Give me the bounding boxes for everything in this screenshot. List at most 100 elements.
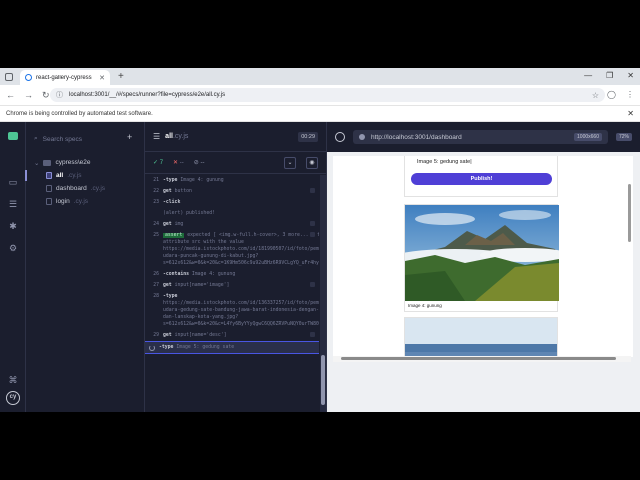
command-number: 22 <box>153 189 159 194</box>
command-row[interactable]: 29 get input[name='desc'] <box>145 330 319 341</box>
description-input[interactable]: Image 5: gedung sate| <box>417 159 472 165</box>
spec-ext: .cy.js <box>90 185 106 192</box>
command-number: 29 <box>153 333 159 338</box>
new-tab-icon[interactable]: + <box>118 71 124 82</box>
omnibox-url[interactable]: localhost:3001/__/#/specs/runner?file=cy… <box>69 92 586 98</box>
command-arg: Image 4: gunung <box>191 272 236 277</box>
command-row[interactable]: 21 -type Image 4: gunung <box>145 175 319 186</box>
command-body: -type https://media.istockphoto.com/id/1… <box>163 293 319 328</box>
minimize-icon[interactable]: — <box>584 71 592 80</box>
expand-collapse-button[interactable]: ⌄ <box>284 156 296 169</box>
reporter-panel: ☰ all.cy.js 00:29 ✓ 7 ✕ -- ⊘ -- ⌄ ◉ 21 -t… <box>145 122 327 412</box>
command-name: -type <box>163 178 178 183</box>
gallery-card-next <box>404 317 558 357</box>
spec-search[interactable]: ⌕ Search specs <box>34 132 134 146</box>
scrollbar-thumb[interactable] <box>628 184 631 242</box>
command-arg: button <box>174 189 192 194</box>
chevron-down-icon: ⌄ <box>34 159 40 167</box>
spec-row-all[interactable]: all .cy.js <box>25 169 142 182</box>
runs-icon[interactable]: ▭ <box>8 177 18 187</box>
aut-url-bar: http://localhost:3001/dashboard 1000x660 <box>353 130 608 144</box>
folder-row[interactable]: ⌄ cypress\e2e <box>34 156 142 169</box>
stop-run-button[interactable]: ◉ <box>306 156 318 169</box>
command-row[interactable]: 22 get button <box>145 186 319 197</box>
folder-name: cypress\e2e <box>55 159 91 166</box>
command-number: 27 <box>153 283 159 288</box>
menu-dots-icon[interactable]: ⋮ <box>626 90 634 99</box>
command-row[interactable]: 27 get input[name='image'] <box>145 280 319 291</box>
command-number: 23 <box>153 200 159 205</box>
assert-badge: assert <box>163 233 185 238</box>
pin-command-icon[interactable] <box>310 188 315 193</box>
pin-command-icon[interactable] <box>310 332 315 337</box>
app-under-test: http://localhost:3001/dashboard 1000x660… <box>327 122 640 412</box>
cypress-spec-icon[interactable] <box>8 132 18 140</box>
settings-gear-icon[interactable]: ⚙ <box>8 243 18 253</box>
cypress-logo-icon[interactable]: cy <box>6 391 20 405</box>
command-row[interactable]: 28 -type https://media.istockphoto.com/id… <box>145 291 319 330</box>
command-body: -type Image 5: gedung sate <box>159 344 315 351</box>
site-info-icon[interactable]: ⓘ <box>56 90 63 100</box>
spec-row-login[interactable]: login .cy.js <box>34 195 142 208</box>
pin-command-icon[interactable] <box>310 221 315 226</box>
spec-tree: ⌄ cypress\e2e all .cy.js dashboard .cy.js … <box>25 156 142 208</box>
failed-value: -- <box>179 160 184 166</box>
command-body: -type Image 4: gunung <box>163 177 315 184</box>
tab-close-icon[interactable]: ✕ <box>99 74 105 82</box>
command-row[interactable]: 23 -click <box>145 197 319 208</box>
bookmark-star-icon[interactable]: ☆ <box>592 91 599 100</box>
zoom-badge[interactable]: 72% <box>615 133 632 141</box>
command-log-scrollbar[interactable] <box>320 175 326 412</box>
collapse-specs-icon[interactable]: ☰ <box>153 132 160 141</box>
command-name: -click <box>163 200 181 205</box>
publish-button[interactable]: Publish! <box>411 173 552 185</box>
omnibox[interactable]: ⓘ localhost:3001/__/#/specs/runner?file=… <box>50 88 605 102</box>
running-spec-ext: .cy.js <box>172 133 189 140</box>
close-window-icon[interactable]: ✕ <box>627 71 634 80</box>
selector-playground-icon[interactable] <box>335 132 345 142</box>
command-row[interactable]: -type Image 5: gedung sate <box>145 341 319 354</box>
command-body: (alert) published! <box>163 210 315 217</box>
scrollbar-thumb[interactable] <box>341 357 616 360</box>
command-number <box>149 210 159 217</box>
command-row[interactable]: 25 assert expected [ <img.w-full.h-cover>… <box>145 230 319 269</box>
tab-search-icon[interactable] <box>5 73 13 81</box>
infobar-close-icon[interactable]: ✕ <box>627 109 634 118</box>
spec-row-dashboard[interactable]: dashboard .cy.js <box>34 182 142 195</box>
add-spec-icon[interactable]: + <box>127 132 132 142</box>
pin-command-icon[interactable] <box>310 232 315 237</box>
keyboard-shortcuts-icon[interactable]: ⌘ <box>8 375 18 385</box>
command-row[interactable]: 24 get img <box>145 219 319 230</box>
command-row[interactable]: 26 -contains Image 4: gunung <box>145 269 319 280</box>
maximize-icon[interactable]: ❐ <box>606 71 613 80</box>
automation-notice: Chrome is being controlled by automated … <box>6 110 153 117</box>
browser-tab[interactable]: react-gallery-cypress ✕ <box>20 70 110 85</box>
reload-icon[interactable]: ↻ <box>42 90 50 101</box>
profile-icon[interactable]: ◯ <box>607 90 616 99</box>
back-icon[interactable]: ← <box>6 90 15 100</box>
search-input[interactable]: Search specs <box>43 136 82 143</box>
running-spec-name: all.cy.js <box>165 133 293 140</box>
command-row[interactable]: (alert) published! <box>145 208 319 219</box>
address-bar: ← → ↻ ⓘ localhost:3001/__/#/specs/runner… <box>0 85 640 105</box>
command-arg: https://media.istockphoto.com/id/1363372… <box>163 301 319 327</box>
aut-vertical-scrollbar[interactable] <box>627 156 633 357</box>
command-number: 21 <box>153 178 159 183</box>
forward-icon[interactable]: → <box>24 90 33 100</box>
spec-name: login <box>56 198 70 205</box>
scrollbar-thumb[interactable] <box>321 355 325 405</box>
file-icon <box>46 172 52 179</box>
aut-horizontal-scrollbar[interactable] <box>333 356 631 362</box>
specs-list-icon[interactable]: ☰ <box>8 199 18 209</box>
upload-form-card: Image 5: gedung sate| Publish! <box>404 156 558 197</box>
pin-command-icon[interactable] <box>310 282 315 287</box>
command-name: -type <box>159 345 174 350</box>
file-icon <box>46 185 52 192</box>
viewport-size-badge[interactable]: 1000x660 <box>574 133 602 141</box>
city-photo-svg <box>405 318 557 357</box>
command-log: 21 -type Image 4: gunung 22 get button 23 -cl… <box>145 175 319 412</box>
reporter-header: ☰ all.cy.js 00:29 <box>145 122 326 152</box>
command-name: get <box>163 189 172 194</box>
command-body: assert expected [ <img.w-full.h-cover>, … <box>163 232 319 267</box>
debug-bug-icon[interactable]: ✱ <box>8 221 18 231</box>
